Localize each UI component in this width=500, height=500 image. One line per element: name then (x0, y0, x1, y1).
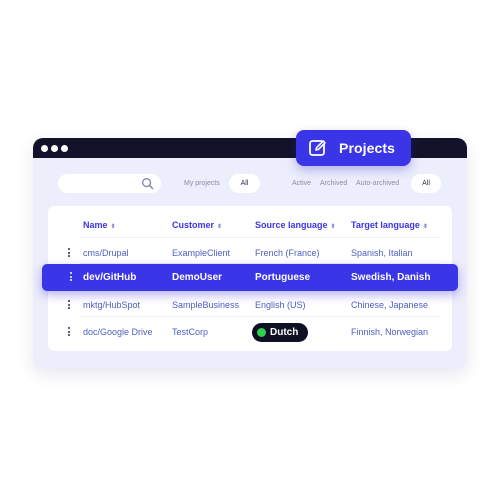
projects-badge-label: Projects (339, 140, 396, 156)
table-cell-target: Chinese, Japanese (351, 300, 429, 310)
table-cell-customer: SampleBusiness (172, 300, 240, 310)
sort-icon[interactable]: ⬍ (331, 224, 336, 230)
filter-all-right[interactable]: All (411, 174, 441, 193)
table-cell-customer: TestCorp (172, 327, 209, 337)
table-cell-customer: ExampleClient (172, 248, 231, 258)
table-cell-target: Finnish, Norwegian (351, 327, 429, 337)
table-cell-customer: DemoUser (172, 272, 223, 283)
projects-badge[interactable]: Projects (296, 130, 411, 166)
search-input[interactable] (58, 174, 161, 193)
row-divider (80, 316, 440, 317)
sort-icon[interactable]: ⬍ (217, 224, 222, 230)
window-dot-icon[interactable] (41, 145, 48, 152)
window-dot-icon[interactable] (51, 145, 58, 152)
column-header-target-language[interactable]: Target language ⬍ (351, 220, 428, 230)
table-cell-name[interactable]: cms/Drupal (83, 248, 129, 258)
sort-icon[interactable]: ⬍ (423, 224, 428, 230)
row-menu-icon[interactable] (69, 272, 73, 282)
table-cell-name[interactable]: dev/GitHub (83, 272, 136, 283)
row-divider (80, 237, 440, 238)
sort-icon[interactable]: ⬍ (111, 224, 116, 230)
table-cell-target: Spanish, Italian (351, 248, 413, 258)
row-menu-icon[interactable] (67, 248, 71, 258)
row-menu-icon[interactable] (67, 327, 71, 337)
table-cell-source: Dutch (270, 327, 299, 338)
status-dot-icon (257, 328, 266, 337)
column-header-name[interactable]: Name ⬍ (83, 220, 116, 230)
filter-auto-archived[interactable]: Auto-archived (356, 180, 399, 187)
table-cell-name[interactable]: doc/Google Drive (83, 327, 153, 337)
table-cell-target: Swedish, Danish (351, 272, 431, 283)
source-language-badge[interactable]: Dutch (252, 323, 308, 342)
app-window: My projects All Active Archived Auto-arc… (33, 138, 467, 368)
column-header-customer[interactable]: Customer ⬍ (172, 220, 222, 230)
table-cell-name[interactable]: mktg/HubSpot (83, 300, 140, 310)
filter-my-projects[interactable]: My projects (184, 180, 220, 187)
table-cell-source: French (France) (255, 248, 320, 258)
search-icon[interactable] (141, 177, 154, 190)
edit-icon (309, 140, 326, 156)
window-dot-icon[interactable] (61, 145, 68, 152)
table-cell-source: English (US) (255, 300, 306, 310)
column-header-source-language[interactable]: Source language ⬍ (255, 220, 336, 230)
filter-all-left[interactable]: All (229, 174, 260, 193)
table-cell-source: Portuguese (255, 272, 311, 283)
filter-archived[interactable]: Archived (320, 180, 347, 187)
table-row-selected[interactable]: dev/GitHub DemoUser Portuguese Swedish, … (42, 264, 458, 291)
filter-active[interactable]: Active (292, 180, 311, 187)
row-menu-icon[interactable] (67, 300, 71, 310)
